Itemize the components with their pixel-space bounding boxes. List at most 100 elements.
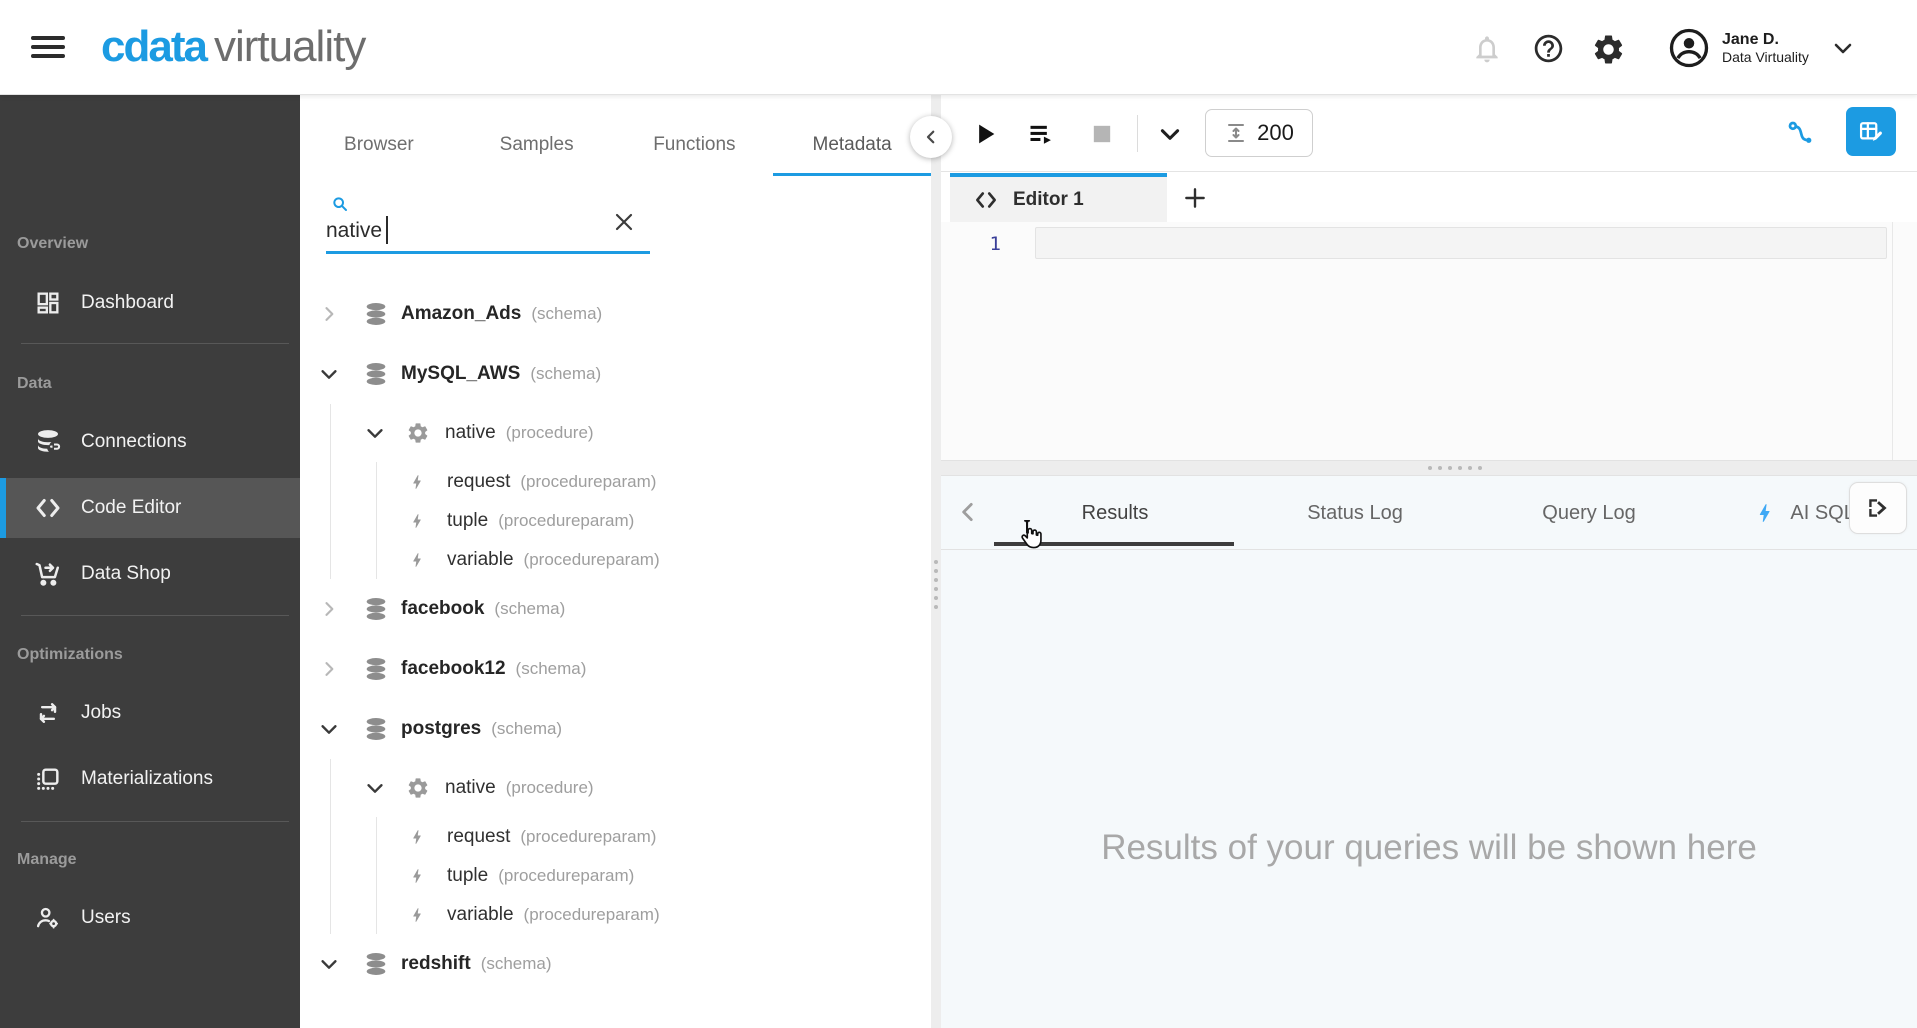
help-button[interactable] xyxy=(1530,32,1566,68)
tree-item-type: (schema) xyxy=(530,364,602,383)
tree-item-schema[interactable]: postgres (schema) xyxy=(300,699,931,759)
param-bolt-icon xyxy=(407,827,427,847)
users-icon xyxy=(33,903,63,933)
tree-item-schema[interactable]: facebook12 (schema) xyxy=(300,639,931,699)
tree-item-schema[interactable]: redshift (schema) xyxy=(300,934,931,994)
chevron-down-icon[interactable] xyxy=(317,362,341,386)
panel-divider[interactable] xyxy=(931,95,941,1028)
editor-tab-1[interactable]: Editor 1 xyxy=(950,173,1167,222)
tab-metadata[interactable]: Metadata xyxy=(773,95,931,176)
tree-item-param[interactable]: tuple (procedureparam) xyxy=(377,856,931,895)
user-menu[interactable]: Jane D. Data Virtuality xyxy=(1668,24,1855,72)
tree-item-type: (schema) xyxy=(480,954,552,973)
procedure-gear-icon xyxy=(406,776,430,800)
chevron-right-icon[interactable] xyxy=(317,657,341,681)
stop-button[interactable] xyxy=(1080,112,1124,156)
tree-item-name: variable xyxy=(447,548,514,570)
database-icon xyxy=(363,596,389,622)
sidebar-item-code-editor[interactable]: Code Editor xyxy=(0,478,300,538)
results-splitter[interactable] xyxy=(941,460,1917,476)
tab-results[interactable]: Results xyxy=(1082,476,1149,550)
search-input[interactable] xyxy=(326,214,596,248)
tree-group: request (procedureparam) tuple (procedur… xyxy=(376,462,931,579)
add-editor-tab-button[interactable] xyxy=(1179,182,1211,214)
database-icon xyxy=(363,361,389,387)
sidebar-item-label: Code Editor xyxy=(81,497,182,518)
scroll-tabs-left-button[interactable] xyxy=(953,498,983,528)
sidebar-item-connections[interactable]: Connections xyxy=(0,412,300,472)
sidebar-item-users[interactable]: Users xyxy=(0,888,300,948)
tree-item-schema[interactable]: facebook (schema) xyxy=(300,579,931,639)
code-editor-body[interactable]: 1 xyxy=(941,222,1917,460)
tab-functions[interactable]: Functions xyxy=(616,95,774,176)
settings-button[interactable] xyxy=(1590,32,1626,68)
sidebar-item-data-shop[interactable]: Data Shop xyxy=(0,544,300,604)
bell-icon xyxy=(1476,35,1498,62)
tab-samples[interactable]: Samples xyxy=(458,95,616,176)
chevron-down-icon xyxy=(1160,129,1180,140)
code-line-current[interactable] xyxy=(1035,227,1887,259)
chevron-right-icon[interactable] xyxy=(317,597,341,621)
drag-handle-icon xyxy=(1428,466,1488,470)
tree-item-param[interactable]: request (procedureparam) xyxy=(377,462,931,501)
tree-item-param[interactable]: variable (procedureparam) xyxy=(377,895,931,934)
close-icon xyxy=(615,213,633,231)
lineage-icon xyxy=(1788,121,1812,143)
tree-item-type: (procedureparam) xyxy=(520,826,657,846)
clear-search-button[interactable] xyxy=(612,210,636,234)
hamburger-menu-button[interactable] xyxy=(31,36,65,60)
tab-status-log[interactable]: Status Log xyxy=(1307,476,1403,550)
sidebar-item-jobs[interactable]: Jobs xyxy=(0,683,300,743)
tree-item-name: postgres xyxy=(401,718,482,739)
hand-cursor-icon xyxy=(1021,519,1042,549)
tree-item-param[interactable]: tuple (procedureparam) xyxy=(377,501,931,540)
run-options-chevron-button[interactable] xyxy=(1148,112,1192,156)
tab-query-log[interactable]: Query Log xyxy=(1542,476,1635,550)
collapse-panel-button[interactable] xyxy=(910,116,952,158)
param-bolt-icon xyxy=(407,511,427,531)
sidebar-item-dashboard[interactable]: Dashboard xyxy=(0,273,300,333)
tree-item-procedure[interactable]: native (procedure) xyxy=(331,759,931,817)
tree-item-param[interactable]: variable (procedureparam) xyxy=(377,540,931,579)
sidebar-item-label: Dashboard xyxy=(81,292,174,313)
sidebar-section-data: Data xyxy=(17,375,52,392)
tree-item-param[interactable]: request (procedureparam) xyxy=(377,817,931,856)
tree-item-type: (procedureparam) xyxy=(498,510,635,530)
code-icon xyxy=(976,191,996,208)
dashboard-icon xyxy=(33,288,63,318)
chevron-down-icon[interactable] xyxy=(317,717,341,741)
tree-item-schema[interactable]: Amazon_Ads (schema) xyxy=(300,284,931,344)
database-icon xyxy=(363,716,389,742)
plus-icon xyxy=(1185,188,1205,208)
tab-browser[interactable]: Browser xyxy=(300,95,458,176)
tree-item-procedure[interactable]: native (procedure) xyxy=(331,404,931,462)
chevron-down-icon[interactable] xyxy=(363,776,387,800)
tree-group: request (procedureparam) tuple (procedur… xyxy=(376,817,931,934)
jobs-loop-icon xyxy=(33,698,63,728)
metadata-tree: Amazon_Ads (schema) MySQL_AWS (schema) n… xyxy=(300,284,931,994)
chevron-down-icon[interactable] xyxy=(317,952,341,976)
run-script-button[interactable] xyxy=(1019,112,1063,156)
app-root: cdata virtuality Jane D. Data Virtuality … xyxy=(0,0,1917,1028)
line-number: 1 xyxy=(989,233,1001,255)
chevron-down-icon[interactable] xyxy=(363,421,387,445)
app-logo: cdata virtuality xyxy=(101,22,366,72)
tree-group: native (procedure) request (procedurepar… xyxy=(330,759,931,934)
row-limit-icon xyxy=(1228,124,1245,142)
run-query-button[interactable] xyxy=(963,112,1007,156)
row-limit-control[interactable]: 200 xyxy=(1205,109,1313,157)
sidebar-divider xyxy=(21,343,289,344)
tree-item-schema[interactable]: MySQL_AWS (schema) xyxy=(300,344,931,404)
avatar-icon xyxy=(1669,28,1709,68)
browser-panel-tabs: Browser Samples Functions Metadata xyxy=(300,95,931,176)
database-icon xyxy=(363,656,389,682)
sidebar-item-label: Data Shop xyxy=(81,563,171,584)
sidebar-item-materializations[interactable]: Materializations xyxy=(0,749,300,809)
chevron-right-icon[interactable] xyxy=(317,302,341,326)
tree-item-name: request xyxy=(447,825,511,847)
lineage-button[interactable] xyxy=(1779,112,1823,156)
expand-results-button[interactable] xyxy=(1849,482,1907,534)
open-results-editor-button[interactable] xyxy=(1846,107,1896,156)
results-tab-strip: Results Status Log Query Log AI SQL E xyxy=(941,476,1917,550)
notifications-button[interactable] xyxy=(1469,32,1505,68)
